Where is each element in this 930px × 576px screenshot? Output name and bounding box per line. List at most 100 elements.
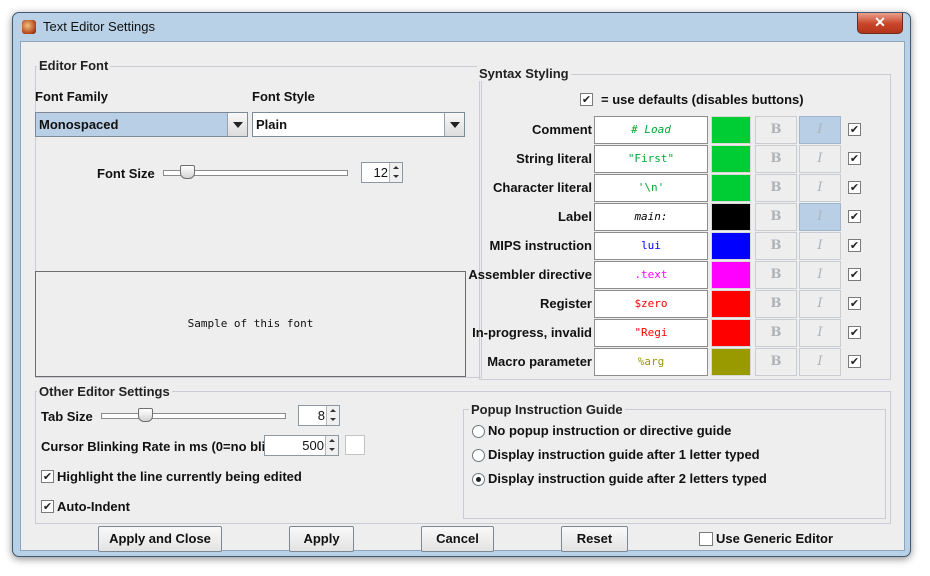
font-family-select[interactable]: Monospaced — [35, 112, 248, 137]
auto-indent-checkbox[interactable]: ✔ — [41, 500, 54, 513]
font-family-value: Monospaced — [39, 117, 119, 132]
syntax-sample-text: '\n' — [594, 174, 708, 202]
popup-guide-radio[interactable] — [472, 425, 485, 438]
title-bar[interactable]: Text Editor Settings ✕ — [13, 13, 910, 41]
syntax-sample-text: # Load — [594, 116, 708, 144]
syntax-sample-text: "Regi — [594, 319, 708, 347]
popup-guide-option-label: Display instruction guide after 1 letter… — [488, 447, 760, 462]
font-size-slider-thumb[interactable] — [180, 165, 195, 179]
syntax-row-label: Comment — [532, 122, 592, 137]
other-settings-title: Other Editor Settings — [37, 384, 172, 399]
syntax-bold-button[interactable]: B — [755, 116, 797, 144]
syntax-color-button[interactable] — [711, 261, 751, 289]
use-defaults-checkbox[interactable]: ✔ — [580, 93, 593, 106]
syntax-bold-button[interactable]: B — [755, 290, 797, 318]
tab-size-label: Tab Size — [41, 409, 93, 424]
popup-guide-option-label: Display instruction guide after 2 letter… — [488, 471, 767, 486]
syntax-bold-button[interactable]: B — [755, 203, 797, 231]
app-icon — [22, 20, 36, 34]
chevron-down-icon[interactable] — [227, 113, 247, 136]
syntax-sample-text: %arg — [594, 348, 708, 376]
syntax-bold-button[interactable]: B — [755, 145, 797, 173]
popup-guide-radio[interactable] — [472, 449, 485, 462]
syntax-bold-button[interactable]: B — [755, 319, 797, 347]
font-sample-text: Sample of this font — [187, 317, 314, 330]
syntax-default-checkbox[interactable]: ✔ — [848, 297, 861, 310]
font-size-value: 12 — [373, 165, 388, 180]
syntax-row-label: String literal — [516, 151, 592, 166]
apply-and-close-button[interactable]: Apply and Close — [98, 526, 222, 552]
cancel-button[interactable]: Cancel — [421, 526, 494, 552]
syntax-color-button[interactable] — [711, 348, 751, 376]
syntax-row-label: Assembler directive — [468, 267, 592, 282]
syntax-color-button[interactable] — [711, 232, 751, 260]
syntax-color-button[interactable] — [711, 174, 751, 202]
apply-button[interactable]: Apply — [289, 526, 354, 552]
font-size-spinner[interactable]: 12 — [361, 162, 403, 183]
syntax-default-checkbox[interactable]: ✔ — [848, 123, 861, 136]
tab-size-spinner[interactable]: 8 — [298, 405, 340, 426]
syntax-italic-button[interactable]: I — [799, 290, 841, 318]
syntax-italic-button[interactable]: I — [799, 145, 841, 173]
tab-size-slider-thumb[interactable] — [138, 408, 154, 422]
syntax-italic-button[interactable]: I — [799, 174, 841, 202]
syntax-bold-button[interactable]: B — [755, 348, 797, 376]
popup-guide-title: Popup Instruction Guide — [469, 402, 625, 417]
font-style-label: Font Style — [252, 89, 315, 104]
syntax-color-button[interactable] — [711, 319, 751, 347]
syntax-italic-button[interactable]: I — [799, 348, 841, 376]
editor-font-title: Editor Font — [37, 58, 111, 73]
reset-button[interactable]: Reset — [561, 526, 628, 552]
popup-guide-radio[interactable] — [472, 473, 485, 486]
spinner-arrows-icon[interactable] — [326, 406, 339, 425]
use-generic-editor-checkbox[interactable] — [699, 532, 713, 546]
syntax-styling-title: Syntax Styling — [477, 66, 571, 81]
spinner-arrows-icon[interactable] — [389, 163, 402, 182]
syntax-italic-button[interactable]: I — [799, 261, 841, 289]
font-style-value: Plain — [256, 117, 288, 132]
dialog-window: Text Editor Settings ✕ Editor Font Font … — [12, 12, 911, 557]
syntax-italic-button[interactable]: I — [799, 232, 841, 260]
close-button[interactable]: ✕ — [857, 13, 903, 34]
syntax-default-checkbox[interactable]: ✔ — [848, 210, 861, 223]
syntax-row-label: Register — [539, 296, 592, 311]
auto-indent-label: Auto-Indent — [57, 499, 130, 514]
syntax-row-label: Character literal — [493, 180, 592, 195]
syntax-default-checkbox[interactable]: ✔ — [848, 239, 861, 252]
use-defaults-label: = use defaults (disables buttons) — [601, 92, 804, 107]
font-size-label: Font Size — [97, 166, 155, 181]
syntax-row-label: In-progress, invalid — [472, 325, 592, 340]
syntax-sample-text: lui — [594, 232, 708, 260]
highlight-line-label: Highlight the line currently being edite… — [57, 469, 302, 484]
syntax-default-checkbox[interactable]: ✔ — [848, 152, 861, 165]
syntax-default-checkbox[interactable]: ✔ — [848, 181, 861, 194]
syntax-sample-text: .text — [594, 261, 708, 289]
blink-rate-label: Cursor Blinking Rate in ms (0=no blink) — [41, 439, 285, 454]
syntax-bold-button[interactable]: B — [755, 174, 797, 202]
popup-guide-option-label: No popup instruction or directive guide — [488, 423, 732, 438]
syntax-default-checkbox[interactable]: ✔ — [848, 268, 861, 281]
syntax-bold-button[interactable]: B — [755, 261, 797, 289]
highlight-line-checkbox[interactable]: ✔ — [41, 470, 54, 483]
font-family-label: Font Family — [35, 89, 108, 104]
window-title: Text Editor Settings — [43, 19, 155, 34]
cursor-preview-box — [345, 435, 365, 455]
spinner-arrows-icon[interactable] — [325, 436, 338, 455]
syntax-bold-button[interactable]: B — [755, 232, 797, 260]
syntax-italic-button[interactable]: I — [799, 116, 841, 144]
syntax-color-button[interactable] — [711, 203, 751, 231]
syntax-default-checkbox[interactable]: ✔ — [848, 326, 861, 339]
syntax-row-label: MIPS instruction — [489, 238, 592, 253]
syntax-row-label: Label — [558, 209, 592, 224]
syntax-italic-button[interactable]: I — [799, 319, 841, 347]
syntax-row-label: Macro parameter — [487, 354, 592, 369]
blink-rate-spinner[interactable]: 500 — [264, 435, 339, 456]
dialog-content: Editor Font Font Family Font Style Monos… — [20, 41, 905, 552]
syntax-default-checkbox[interactable]: ✔ — [848, 355, 861, 368]
syntax-italic-button[interactable]: I — [799, 203, 841, 231]
syntax-color-button[interactable] — [711, 290, 751, 318]
syntax-color-button[interactable] — [711, 116, 751, 144]
syntax-sample-text: "First" — [594, 145, 708, 173]
syntax-color-button[interactable] — [711, 145, 751, 173]
tab-size-slider[interactable] — [101, 413, 286, 419]
